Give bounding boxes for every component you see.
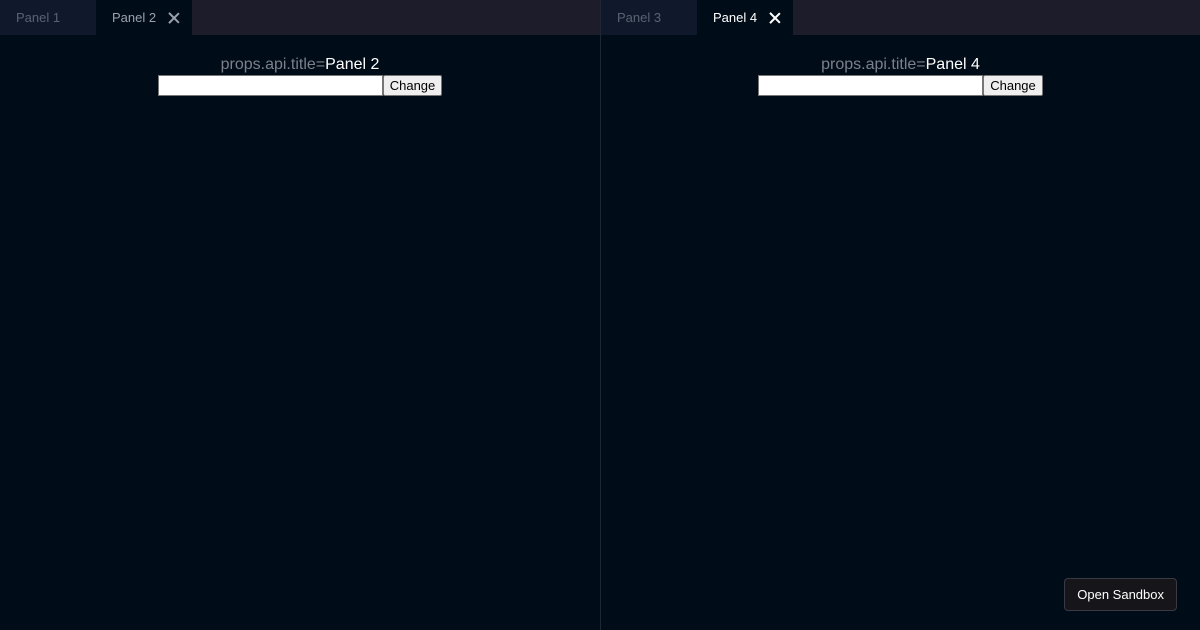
panel-group-right: Panel 3 Panel 4 props.api.title=Panel 4 … xyxy=(600,0,1200,630)
title-readout: props.api.title=Panel 2 xyxy=(221,55,380,74)
open-sandbox-button[interactable]: Open Sandbox xyxy=(1064,578,1177,611)
close-icon[interactable] xyxy=(769,12,781,24)
close-icon[interactable] xyxy=(168,12,180,24)
title-value: Panel 2 xyxy=(325,56,380,73)
tab-label: Panel 3 xyxy=(617,10,662,25)
dockview-layout: Panel 1 Panel 2 props.api.title=Panel 2 … xyxy=(0,0,1200,630)
title-input[interactable] xyxy=(758,75,984,96)
title-form: Change xyxy=(758,75,1043,96)
title-key: props.api.title= xyxy=(220,56,326,73)
tab-panel-4[interactable]: Panel 4 xyxy=(697,0,793,35)
tab-bar: Panel 1 Panel 2 xyxy=(0,0,600,35)
panel-content: props.api.title=Panel 4 Change xyxy=(601,35,1200,630)
tab-label: Panel 1 xyxy=(16,10,61,25)
title-readout: props.api.title=Panel 4 xyxy=(821,55,980,74)
tab-panel-2[interactable]: Panel 2 xyxy=(96,0,192,35)
title-input[interactable] xyxy=(157,75,383,96)
change-button[interactable]: Change xyxy=(983,75,1043,96)
tab-panel-1[interactable]: Panel 1 xyxy=(0,0,96,35)
tab-bar: Panel 3 Panel 4 xyxy=(601,0,1200,35)
tab-label: Panel 2 xyxy=(112,10,157,25)
title-form: Change xyxy=(157,75,443,96)
panel-content: props.api.title=Panel 2 Change xyxy=(0,35,600,630)
title-key: props.api.title= xyxy=(821,56,926,73)
tab-label: Panel 4 xyxy=(713,10,758,25)
change-button[interactable]: Change xyxy=(382,75,443,96)
title-value: Panel 4 xyxy=(925,56,980,73)
tab-panel-3[interactable]: Panel 3 xyxy=(601,0,697,35)
panel-group-left: Panel 1 Panel 2 props.api.title=Panel 2 … xyxy=(0,0,600,630)
